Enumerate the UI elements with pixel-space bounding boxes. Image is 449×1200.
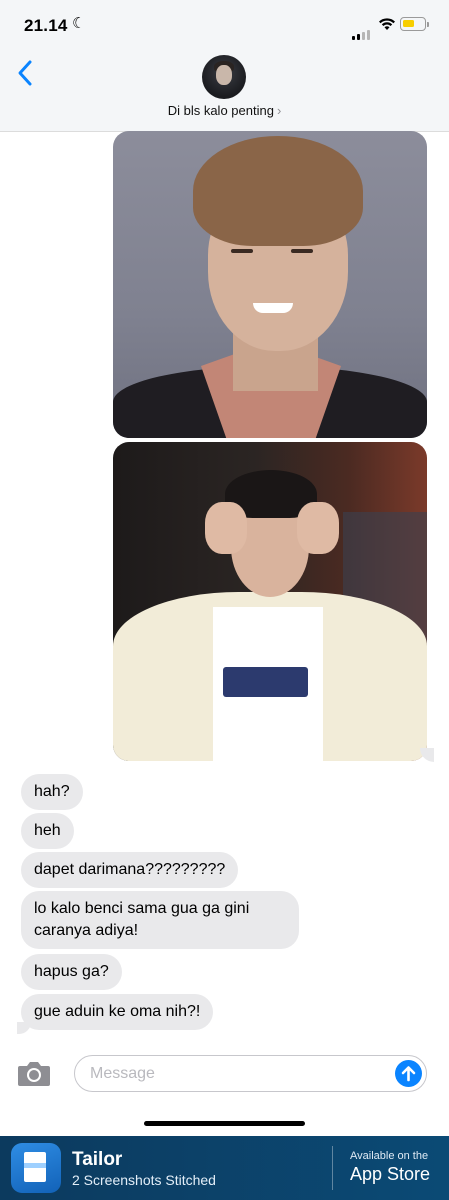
contact-name: Di bls kalo penting (167, 103, 274, 118)
bubble-tail (17, 1022, 31, 1034)
message-bubble[interactable]: dapet darimana????????? (21, 852, 239, 888)
app-store-label: App Store (350, 1164, 431, 1184)
app-promo-banner[interactable]: Tailor 2 Screenshots Stitched Available … (0, 1136, 449, 1200)
contact-avatar[interactable] (202, 55, 246, 99)
wifi-icon (379, 18, 395, 30)
chevron-right-icon: › (276, 103, 282, 118)
app-subtitle: 2 Screenshots Stitched (72, 1172, 216, 1188)
contact-name-button[interactable]: Di bls kalo penting › (0, 103, 449, 118)
arrow-up-icon (401, 1066, 416, 1082)
battery-icon (400, 17, 429, 31)
tailor-app-icon (11, 1143, 61, 1193)
message-input[interactable]: Message (74, 1055, 427, 1092)
message-bubble[interactable]: gue aduin ke oma nih?! (21, 994, 214, 1030)
message-bubble[interactable]: heh (21, 813, 74, 849)
available-label: Available on the (350, 1150, 429, 1162)
divider (332, 1146, 333, 1190)
conversation-header: 21.14 ☾ Di bls kalo penting › (0, 0, 449, 132)
app-name: Tailor (72, 1149, 123, 1170)
message-placeholder: Message (90, 1065, 155, 1082)
message-bubble[interactable]: lo kalo benci sama gua ga gini caranya a… (21, 891, 299, 949)
back-chevron-icon[interactable] (14, 58, 38, 88)
home-indicator (144, 1121, 305, 1126)
message-bubble[interactable]: hah? (21, 774, 83, 810)
status-bar: 21.14 ☾ (0, 0, 449, 52)
sent-photo-2[interactable] (113, 442, 427, 761)
sent-photo-1[interactable] (113, 131, 427, 438)
message-bubble[interactable]: hapus ga? (21, 954, 122, 990)
camera-icon[interactable] (17, 1058, 51, 1088)
moon-icon: ☾ (72, 15, 86, 32)
send-button[interactable] (395, 1060, 422, 1087)
cellular-signal-icon (352, 22, 372, 40)
status-time: 21.14 (24, 16, 68, 35)
